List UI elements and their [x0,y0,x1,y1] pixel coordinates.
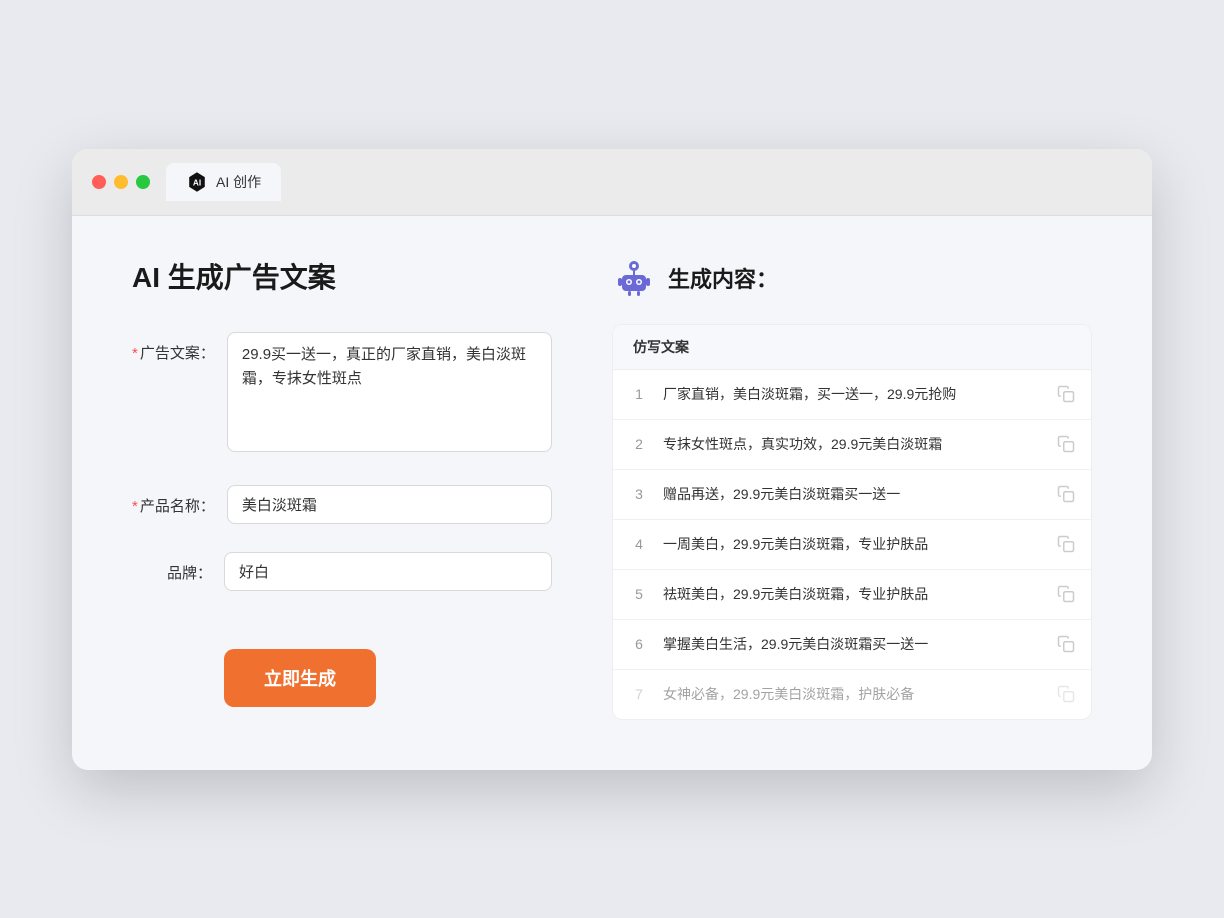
copy-button[interactable] [1057,485,1075,503]
brand-input[interactable] [224,552,552,591]
result-item-number: 7 [629,686,649,702]
titlebar: AI AI 创作 [72,149,1152,216]
browser-content: AI 生成广告文案 *广告文案： 29.9买一送一，真正的厂家直销，美白淡斑霜，… [72,216,1152,770]
copy-button[interactable] [1057,635,1075,653]
result-item-number: 4 [629,536,649,552]
required-star-2: * [132,498,138,515]
result-item-number: 1 [629,386,649,402]
left-panel: AI 生成广告文案 *广告文案： 29.9买一送一，真正的厂家直销，美白淡斑霜，… [132,256,552,720]
generate-button[interactable]: 立即生成 [224,649,376,707]
result-item: 1 厂家直销，美白淡斑霜，买一送一，29.9元抢购 [613,370,1091,420]
ad-copy-field: *广告文案： 29.9买一送一，真正的厂家直销，美白淡斑霜，专抹女性斑点 [132,332,552,457]
result-item-text: 一周美白，29.9元美白淡斑霜，专业护肤品 [663,534,1043,555]
right-panel: 生成内容： 仿写文案 1 厂家直销，美白淡斑霜，买一送一，29.9元抢购 2 专抹女… [612,256,1092,720]
result-item-text: 女神必备，29.9元美白淡斑霜，护肤必备 [663,684,1043,705]
brand-field: 品牌： [132,552,552,591]
result-item: 5 祛斑美白，29.9元美白淡斑霜，专业护肤品 [613,570,1091,620]
robot-icon [612,256,656,300]
required-star-1: * [132,345,138,362]
ad-copy-input-wrapper: 29.9买一送一，真正的厂家直销，美白淡斑霜，专抹女性斑点 [227,332,552,457]
result-item-number: 3 [629,486,649,502]
traffic-lights [92,175,150,189]
product-name-input-wrapper [227,485,552,524]
ad-copy-label: *广告文案： [132,332,215,363]
result-list: 1 厂家直销，美白淡斑霜，买一送一，29.9元抢购 2 专抹女性斑点，真实功效，29… [613,370,1091,719]
result-header: 生成内容： [612,256,1092,300]
result-item: 3 赠品再送，29.9元美白淡斑霜买一送一 [613,470,1091,520]
brand-label: 品牌： [132,552,212,583]
copy-button[interactable] [1057,585,1075,603]
result-item-text: 掌握美白生活，29.9元美白淡斑霜买一送一 [663,634,1043,655]
result-table: 仿写文案 1 厂家直销，美白淡斑霜，买一送一，29.9元抢购 2 专抹女性斑点，真实… [612,324,1092,720]
copy-button[interactable] [1057,385,1075,403]
copy-button[interactable] [1057,535,1075,553]
minimize-button[interactable] [114,175,128,189]
close-button[interactable] [92,175,106,189]
result-item-text: 厂家直销，美白淡斑霜，买一送一，29.9元抢购 [663,384,1043,405]
ad-copy-input[interactable]: 29.9买一送一，真正的厂家直销，美白淡斑霜，专抹女性斑点 [227,332,552,452]
result-item: 6 掌握美白生活，29.9元美白淡斑霜买一送一 [613,620,1091,670]
result-item-number: 5 [629,586,649,602]
result-item-text: 专抹女性斑点，真实功效，29.9元美白淡斑霜 [663,434,1043,455]
page-title: AI 生成广告文案 [132,256,552,296]
result-item-number: 6 [629,636,649,652]
copy-button[interactable] [1057,685,1075,703]
result-item: 4 一周美白，29.9元美白淡斑霜，专业护肤品 [613,520,1091,570]
tab-ai-creation[interactable]: AI AI 创作 [166,163,281,201]
result-item: 7 女神必备，29.9元美白淡斑霜，护肤必备 [613,670,1091,719]
browser-window: AI AI 创作 AI 生成广告文案 *广告文案： 29.9买一送一，真正的厂家… [72,149,1152,770]
result-table-header: 仿写文案 [613,325,1091,370]
product-name-field: *产品名称： [132,485,552,524]
result-item-text: 祛斑美白，29.9元美白淡斑霜，专业护肤品 [663,584,1043,605]
product-name-input[interactable] [227,485,552,524]
maximize-button[interactable] [136,175,150,189]
result-item-number: 2 [629,436,649,452]
result-item: 2 专抹女性斑点，真实功效，29.9元美白淡斑霜 [613,420,1091,470]
copy-button[interactable] [1057,435,1075,453]
tab-label: AI 创作 [216,172,261,192]
result-title: 生成内容： [668,262,778,294]
svg-text:AI: AI [193,178,201,187]
result-item-text: 赠品再送，29.9元美白淡斑霜买一送一 [663,484,1043,505]
product-name-label: *产品名称： [132,485,215,516]
brand-input-wrapper [224,552,552,591]
ai-tab-icon: AI [186,171,208,193]
